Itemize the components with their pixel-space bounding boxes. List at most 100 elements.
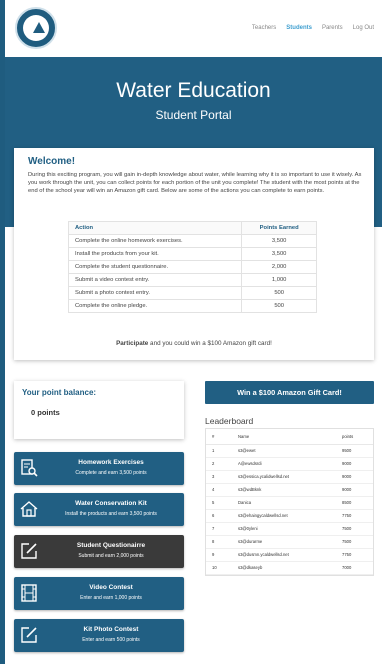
table-row: 7 s3@0yleni 7500 <box>206 522 373 536</box>
footer-text: and you could win a $100 Amazon gift car… <box>148 340 272 347</box>
name-cell: s3@0yleni <box>232 522 336 536</box>
action-cell: Complete the online homework exercises. <box>67 234 243 248</box>
points-cell: 8500 <box>336 496 373 510</box>
button-subtitle: Enter and earn 500 points <box>82 637 140 643</box>
homework-exercises-button[interactable]: Homework Exercises Complete and earn 3,5… <box>14 452 184 485</box>
name-cell: Danica <box>232 496 336 510</box>
table-row: 2 A@ewsdsrdi 9000 <box>206 457 373 471</box>
points-cell: 1,000 <box>241 273 317 287</box>
button-subtitle: Install the products and earn 3,500 poin… <box>65 511 157 517</box>
table-row: 1 s3@ewet 9500 <box>206 444 373 458</box>
points-cell: 7500 <box>336 522 373 536</box>
button-title: Student Questionairre <box>76 542 146 549</box>
name-cell: s3@durarme <box>232 535 336 549</box>
points-cell: 7500 <box>336 535 373 549</box>
texas-shape-icon <box>33 22 45 33</box>
rank-cell: 2 <box>206 457 232 471</box>
button-subtitle: Complete and earn 3,500 points <box>75 470 147 476</box>
table-row: Submit a video contest entry. 1,000 <box>67 273 317 287</box>
action-cell: Complete the online pledge. <box>67 299 243 313</box>
leaderboard-table: # Name points 1 s3@ewet 9500 2 A@ewsdsrdi 90… <box>206 429 373 575</box>
name-cell: s3@ewet <box>232 444 336 458</box>
points-cell: 3,500 <box>241 234 317 248</box>
kit-photo-contest-button[interactable]: Kit Photo Contest Enter and earn 500 poi… <box>14 619 184 652</box>
rank-cell: 6 <box>206 509 232 523</box>
house-icon <box>20 501 38 517</box>
main-nav: Teachers Students Parents Log Out <box>252 25 374 31</box>
rank-cell: 10 <box>206 561 232 575</box>
button-title: Homework Exercises <box>78 459 144 466</box>
points-cell: 500 <box>241 286 317 300</box>
name-cell: s3@essica.ycalidwellsd.net <box>232 470 336 484</box>
search-document-icon <box>21 459 38 477</box>
points-cell: 500 <box>241 299 317 313</box>
rank-cell: 7 <box>206 522 232 536</box>
name-cell: s3@dusmn.ycaldwellsd.net <box>232 548 336 562</box>
table-row: Complete the online pledge. 500 <box>67 299 317 313</box>
table-row: 6 s3@ehaingycaldwellsd.net 7750 <box>206 509 373 523</box>
action-cell: Submit a photo contest entry. <box>67 286 243 300</box>
table-row: 8 s3@durarme 7500 <box>206 535 373 549</box>
welcome-heading: Welcome! <box>28 156 76 167</box>
table-row: 3 s3@essica.ycalidwellsd.net 9000 <box>206 470 373 484</box>
points-cell: 9500 <box>336 444 373 458</box>
logo-emblem <box>23 15 49 41</box>
table-row: Submit a photo contest entry. 500 <box>67 286 317 300</box>
table-row: 4 s3@wdBknk 9000 <box>206 483 373 497</box>
hero-title: Water Education <box>116 79 271 102</box>
nav-logout[interactable]: Log Out <box>353 25 374 31</box>
points-cell: 9000 <box>336 483 373 497</box>
column-points: points <box>336 429 373 445</box>
edit-icon <box>21 543 37 559</box>
welcome-intro: During this exciting program, you will g… <box>28 172 362 194</box>
nav-teachers[interactable]: Teachers <box>252 25 276 31</box>
rank-cell: 1 <box>206 444 232 458</box>
points-cell: 2,000 <box>241 260 317 274</box>
name-cell: s3@wdBknk <box>232 483 336 497</box>
name-cell: s3@ehaingycaldwellsd.net <box>232 509 336 523</box>
points-cell: 9000 <box>336 470 373 484</box>
nav-students[interactable]: Students <box>286 25 312 31</box>
name-cell: s3@dkaseyb <box>232 561 336 575</box>
nav-parents[interactable]: Parents <box>322 25 343 31</box>
action-cell: Submit a video contest entry. <box>67 273 243 287</box>
water-conservation-kit-button[interactable]: Water Conservation Kit Install the produ… <box>14 493 184 526</box>
table-row: Install the products from your kit. 3,500 <box>67 247 317 261</box>
points-cell: 7750 <box>336 509 373 523</box>
rank-cell: 5 <box>206 496 232 510</box>
video-contest-button[interactable]: Video Contest Enter and earn 1,000 point… <box>14 577 184 610</box>
leaderboard-title: Leaderboard <box>205 416 254 426</box>
points-table-header: Action Points Earned <box>67 221 317 235</box>
rank-cell: 3 <box>206 470 232 484</box>
column-rank: # <box>206 429 232 445</box>
leaderboard-panel: # Name points 1 s3@ewet 9500 2 A@ewsdsrdi 90… <box>205 428 374 576</box>
welcome-card: Welcome! During this exciting program, y… <box>14 148 374 360</box>
column-action: Action <box>67 221 243 235</box>
name-cell: A@ewsdsrdi <box>232 457 336 471</box>
welcome-footer: Participate and you could win a $100 Ama… <box>14 340 374 347</box>
organization-logo[interactable] <box>15 7 57 49</box>
button-title: Video Contest <box>89 584 133 591</box>
top-navigation-bar: Teachers Students Parents Log Out <box>5 0 382 57</box>
button-subtitle: Enter and earn 1,000 points <box>80 595 142 601</box>
points-cell: 3,500 <box>241 247 317 261</box>
film-icon <box>21 584 37 602</box>
gift-card-button[interactable]: Win a $100 Amazon Gift Card! <box>205 381 374 404</box>
participate-label: Participate <box>116 340 149 347</box>
table-row: 9 s3@dusmn.ycaldwellsd.net 7750 <box>206 548 373 562</box>
point-balance-value: 0 points <box>31 408 60 417</box>
points-cell: 7750 <box>336 548 373 562</box>
button-title: Kit Photo Contest <box>83 626 139 633</box>
table-row: Complete the online homework exercises. 3… <box>67 234 317 248</box>
column-points: Points Earned <box>241 221 317 235</box>
column-name: Name <box>232 429 336 445</box>
action-cell: Complete the student questionnaire. <box>67 260 243 274</box>
points-cell: 7000 <box>336 561 373 575</box>
leaderboard-header: # Name points <box>206 429 373 445</box>
action-cell: Install the products from your kit. <box>67 247 243 261</box>
point-balance-card: Your point balance: 0 points <box>14 381 184 439</box>
points-cell: 9000 <box>336 457 373 471</box>
table-row: Complete the student questionnaire. 2,000 <box>67 260 317 274</box>
button-subtitle: Submit and earn 2,000 points <box>78 553 144 559</box>
student-questionnaire-button[interactable]: Student Questionairre Submit and earn 2,… <box>14 535 184 568</box>
